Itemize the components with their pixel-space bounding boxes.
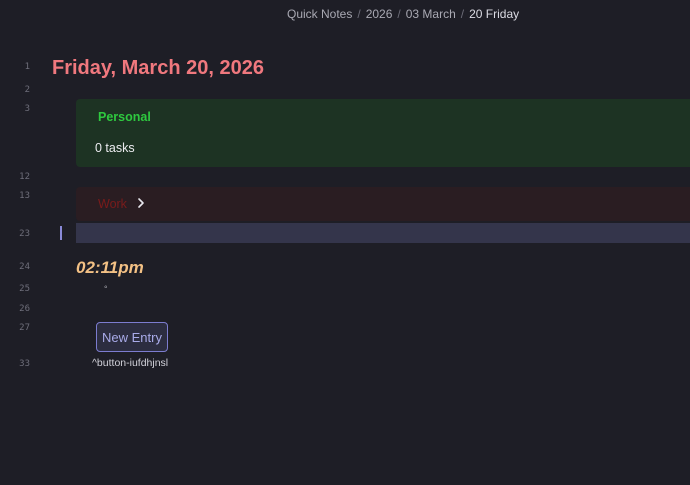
line-number: 2 [24, 85, 30, 95]
callout-work[interactable]: Work [76, 187, 690, 221]
editor-page: Quick Notes/2026/03 March/20 Friday 1 2 … [0, 0, 690, 485]
text-cursor [60, 226, 62, 240]
chevron-right-icon[interactable] [134, 196, 148, 210]
callout-personal[interactable]: Personal 0 tasks [76, 99, 690, 167]
block-id: ^button-iufdhjnsl [92, 357, 169, 369]
line-number: 27 [19, 323, 30, 333]
line-number: 1 [24, 62, 30, 72]
breadcrumb-item-month[interactable]: 03 March [406, 7, 456, 21]
breadcrumb-separator: / [357, 7, 361, 21]
breadcrumb-item-year[interactable]: 2026 [366, 7, 393, 21]
new-entry-button[interactable]: New Entry [96, 322, 168, 352]
breadcrumb-separator: / [397, 7, 401, 21]
line-number: 3 [24, 104, 30, 114]
line-number: 25 [19, 284, 30, 294]
line-number: 23 [19, 229, 30, 239]
line-number: 24 [19, 262, 30, 272]
time-heading: 02:11pm [76, 258, 144, 277]
breadcrumb-item-quick-notes[interactable]: Quick Notes [287, 7, 352, 21]
line-number: 13 [19, 191, 30, 201]
breadcrumb-current: 20 Friday [469, 7, 520, 21]
line-number: 33 [19, 359, 30, 369]
callout-personal-tasks-count: 0 tasks [95, 141, 135, 155]
line-number: 12 [19, 172, 30, 182]
callout-work-title: Work [98, 197, 127, 211]
breadcrumb: Quick Notes / 2026 / 03 March / 20 Friday [287, 7, 519, 21]
page-title: Friday, March 20, 2026 [52, 57, 264, 79]
line-number: 26 [19, 304, 30, 314]
active-editor-line[interactable] [76, 223, 690, 243]
list-bullet: ◦ [104, 282, 108, 293]
breadcrumb-separator: / [460, 7, 465, 21]
callout-personal-title: Personal [98, 110, 151, 124]
